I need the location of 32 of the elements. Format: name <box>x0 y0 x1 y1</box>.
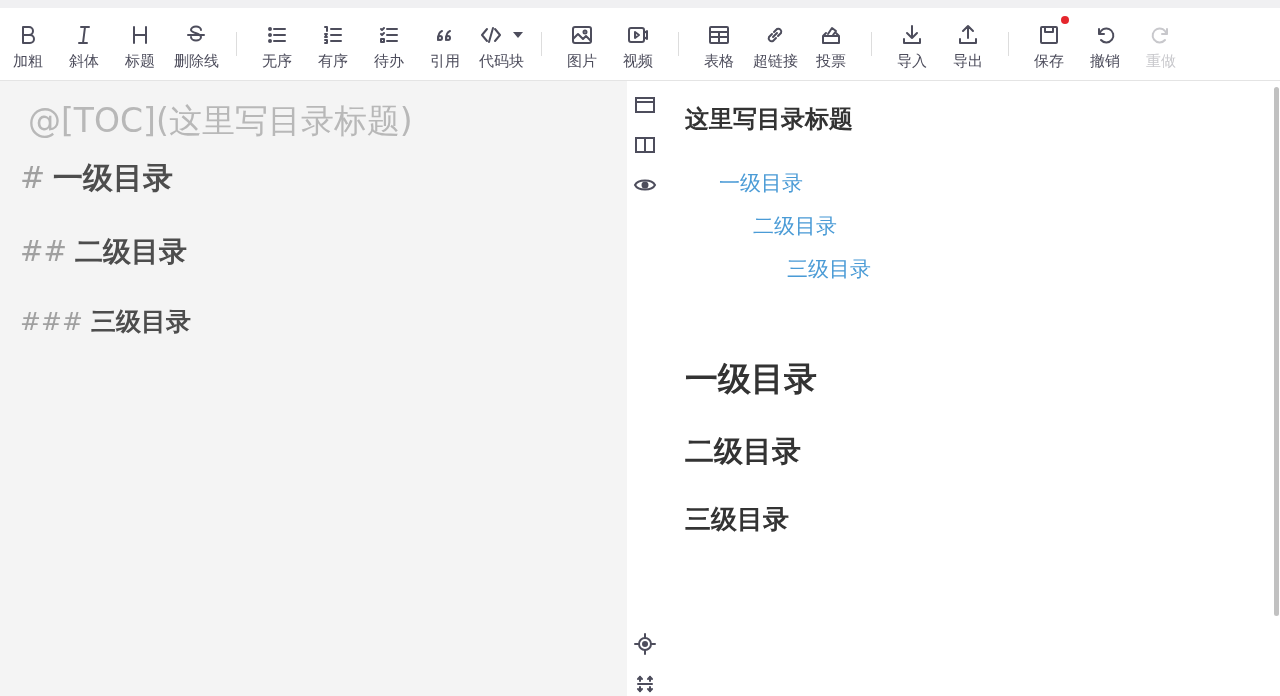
table-button[interactable]: 表格 <box>691 17 747 71</box>
link-button[interactable]: 超链接 <box>747 17 803 71</box>
preview-heading: 三级目录 <box>685 503 790 536</box>
strikethrough-button[interactable]: 删除线 <box>168 17 224 71</box>
preview-heading: 二级目录 <box>685 433 802 470</box>
bullet-list-button[interactable]: 无序 <box>249 17 305 71</box>
save-button[interactable]: 保存 <box>1021 17 1077 71</box>
heading-markup-line: ## 二级目录 <box>20 234 188 270</box>
scrollbar[interactable] <box>1274 87 1279 616</box>
preview-heading: 一级目录 <box>685 358 818 400</box>
checklist-button[interactable]: 待办 <box>361 17 417 71</box>
download-icon <box>900 22 924 47</box>
numbered-list-button[interactable]: 有序 <box>305 17 361 71</box>
ballot-box-button[interactable]: 投票 <box>803 17 859 71</box>
upload-button[interactable]: 导出 <box>940 17 996 71</box>
download-button[interactable]: 导入 <box>884 17 940 71</box>
quote-button[interactable]: 引用 <box>417 17 473 71</box>
upload-icon <box>956 22 980 47</box>
bold-button[interactable]: 加粗 <box>0 17 56 71</box>
toc-title: 这里写目录标题 <box>685 104 854 135</box>
code-button[interactable]: 代码块 <box>473 17 529 71</box>
heading-markup-line: # 一级目录 <box>20 159 175 197</box>
heading-markup-line: ### 三级目录 <box>20 306 192 338</box>
caret-icon <box>513 31 523 38</box>
undo-button[interactable]: 撤销 <box>1077 17 1133 71</box>
toc-markup-line: @[TOC](这里写目录标题) <box>28 100 414 142</box>
image-button[interactable]: 图片 <box>554 17 610 71</box>
crosshair-button[interactable] <box>633 632 657 656</box>
crosshair-icon <box>633 632 657 656</box>
italic-button[interactable]: 斜体 <box>56 17 112 71</box>
heading-button[interactable]: 标题 <box>112 17 168 71</box>
video-button[interactable]: 视频 <box>610 17 666 71</box>
